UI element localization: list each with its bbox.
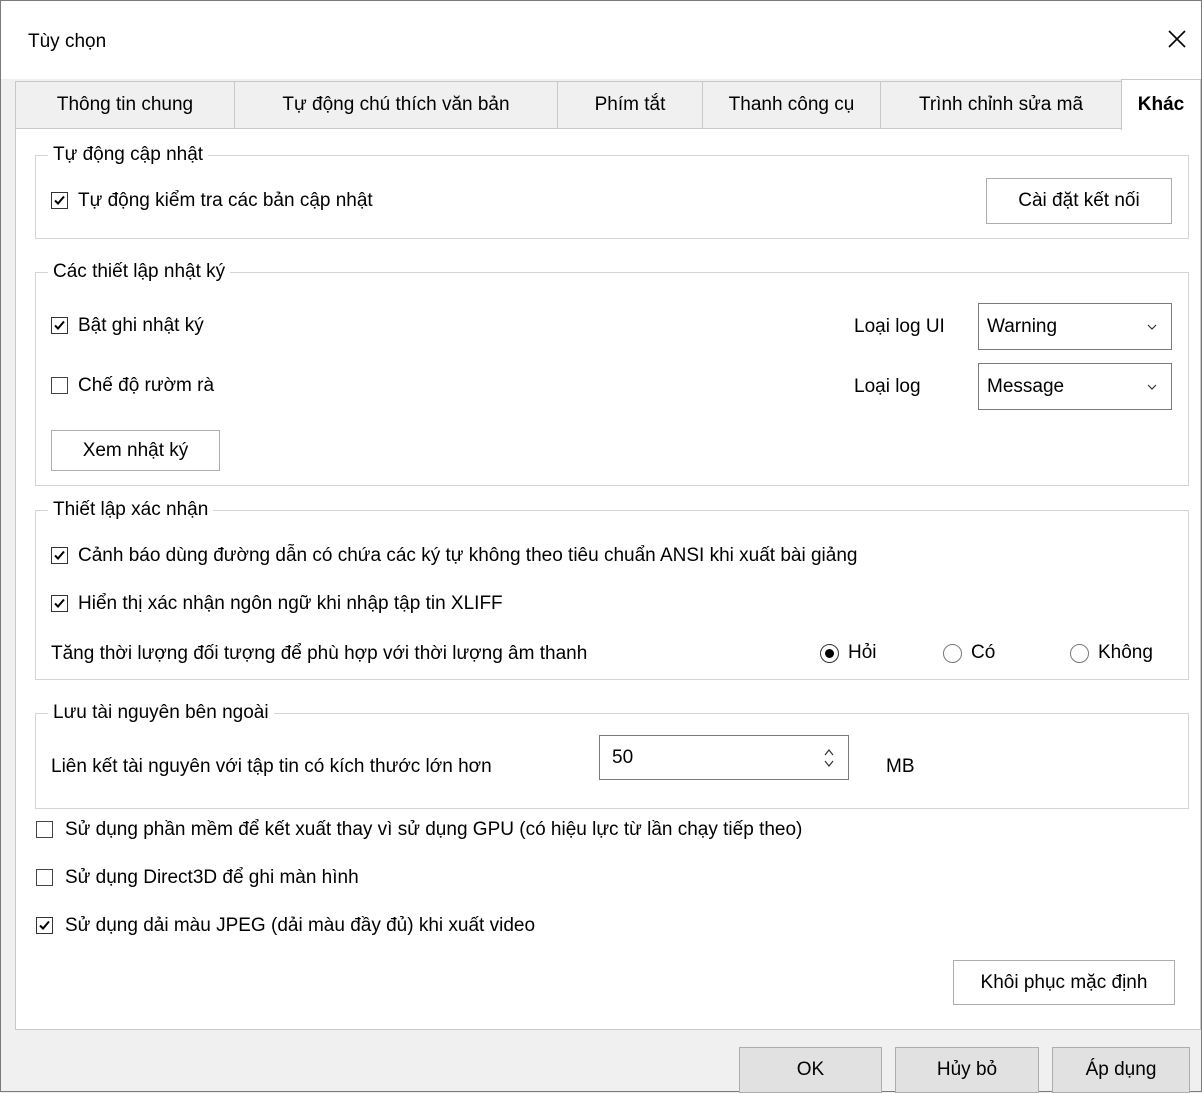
software-render-checkbox[interactable] [36,821,53,838]
ui-log-type-label: Loại log UI [854,316,945,337]
close-button[interactable] [1153,17,1201,61]
log-type-select[interactable]: Message [978,363,1172,410]
confirmation-legend: Thiết lập xác nhận [48,498,214,522]
ok-button[interactable]: OK [739,1047,882,1093]
direct3d-checkbox[interactable] [36,869,53,886]
external-resources-group: Lưu tài nguyên bên ngoài Liên kết tài ng… [35,701,1189,809]
auto-update-legend: Tự động cập nhật [48,143,209,167]
ui-log-type-value: Warning [987,315,1058,337]
chevron-down-icon [1147,324,1157,330]
auto-check-updates-label: Tự động kiểm tra các bản cập nhật [78,190,373,211]
tab-code-editor[interactable]: Trình chỉnh sửa mã [880,81,1122,128]
apply-button[interactable]: Áp dụng [1052,1047,1190,1093]
verbose-mode-checkbox[interactable] [51,377,68,394]
auto-check-updates-checkbox[interactable] [51,192,68,209]
checkmark-icon [54,550,65,560]
enable-log-checkbox[interactable] [51,317,68,334]
direct3d-label: Sử dụng Direct3D để ghi màn hình [65,867,359,888]
ui-log-type-select[interactable]: Warning [978,303,1172,350]
jpeg-range-checkbox[interactable] [36,917,53,934]
connection-settings-button[interactable]: Cài đặt kết nối [986,178,1172,224]
log-type-label: Loại log [854,376,921,397]
duration-no-label: Không [1098,642,1153,663]
auto-update-group: Tự động cập nhật Tự động kiểm tra các bả… [35,143,1189,239]
close-icon [1168,30,1186,48]
external-resources-legend: Lưu tài nguyên bên ngoài [48,701,274,725]
tab-other[interactable]: Khác [1121,79,1201,130]
confirmation-group: Thiết lập xác nhận Cảnh báo dùng đường d… [35,498,1189,680]
chevron-down-icon [1147,384,1157,390]
duration-label: Tăng thời lượng đối tượng để phù hợp với… [51,643,588,664]
duration-yes-radio[interactable] [943,644,962,663]
tab-toolbar[interactable]: Thanh công cụ [702,81,881,128]
software-render-label: Sử dụng phần mềm để kết xuất thay vì sử … [65,819,803,840]
title-bar: Tùy chọn [1,1,1201,79]
window-title: Tùy chọn [28,31,107,52]
tab-auto-caption[interactable]: Tự động chú thích văn bản [234,81,558,128]
checkmark-icon [54,195,65,205]
enable-log-label: Bật ghi nhật ký [78,315,204,336]
log-settings-legend: Các thiết lập nhật ký [48,260,231,284]
verbose-mode-label: Chế độ rườm rà [78,375,215,396]
xliff-confirm-label: Hiển thị xác nhận ngôn ngữ khi nhập tập … [78,593,503,614]
checkmark-icon [54,598,65,608]
cancel-button[interactable]: Hủy bỏ [895,1047,1039,1093]
tab-strip: Thông tin chung Tự động chú thích văn bả… [15,79,1201,130]
size-threshold-spinbox[interactable]: 50 [599,735,849,780]
ansi-warning-label: Cảnh báo dùng đường dẫn có chứa các ký t… [78,545,858,566]
size-threshold-value: 50 [612,746,634,768]
tab-shortcuts[interactable]: Phím tắt [557,81,703,128]
tab-general[interactable]: Thông tin chung [15,81,235,128]
jpeg-range-label: Sử dụng dải màu JPEG (dải màu đầy đủ) kh… [65,915,536,936]
restore-defaults-button[interactable]: Khôi phục mặc định [953,960,1175,1005]
view-log-button[interactable]: Xem nhật ký [51,430,220,471]
duration-ask-label: Hỏi [848,642,877,663]
xliff-confirm-checkbox[interactable] [51,595,68,612]
spinner-arrows-icon[interactable] [822,744,836,772]
link-resources-label: Liên kết tài nguyên với tập tin có kích … [51,756,492,777]
tab-panel-other: Tự động cập nhật Tự động kiểm tra các bả… [15,128,1201,1030]
checkmark-icon [39,920,50,930]
ansi-warning-checkbox[interactable] [51,547,68,564]
duration-yes-label: Có [971,642,996,663]
size-unit: MB [886,756,915,777]
log-settings-group: Các thiết lập nhật ký Bật ghi nhật ký Ch… [35,260,1189,486]
duration-ask-radio[interactable] [820,644,839,663]
checkmark-icon [54,320,65,330]
duration-no-radio[interactable] [1070,644,1089,663]
options-dialog: Tùy chọn Thông tin chung Tự động chú thí… [0,0,1202,1093]
log-type-value: Message [987,375,1065,397]
